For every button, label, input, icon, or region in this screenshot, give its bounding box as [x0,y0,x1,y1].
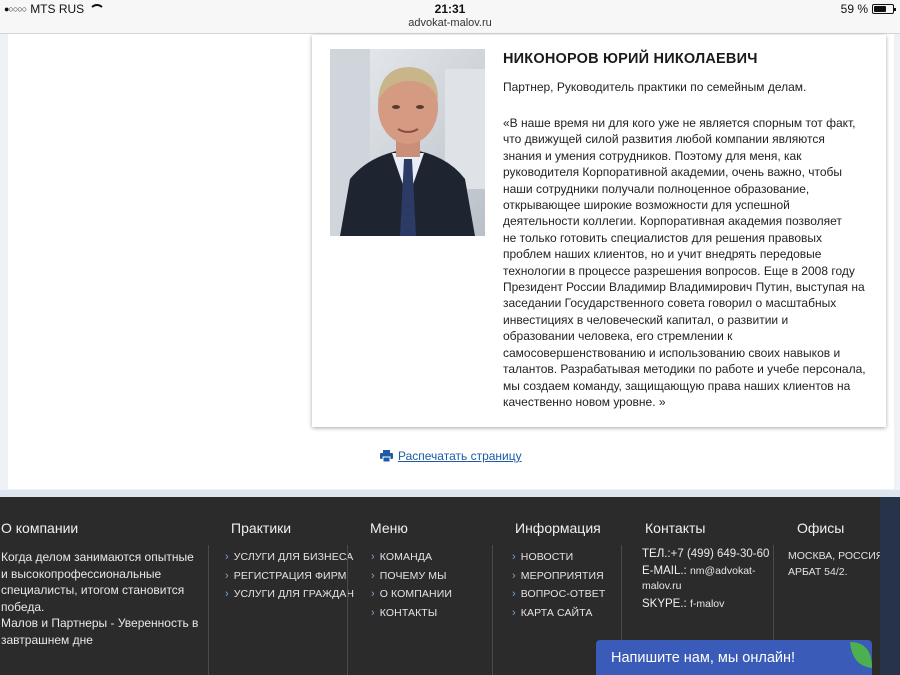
chevron-right-icon: › [512,588,516,601]
battery-icon [872,4,896,14]
footer-offices: МОСКВА, РОССИЯ АРБАТ 54/2. [788,549,883,580]
chevron-right-icon: › [225,569,229,582]
footer-link-label[interactable]: МЕРОПРИЯТИЯ [521,570,604,582]
footer-offices-title: Офисы [797,520,845,536]
footer-practices-list: › УСЛУГИ ДЛЯ БИЗНЕСА › РЕГИСТРАЦИЯ ФИРМ › У… [225,548,354,604]
skype-label: SKYPE.: [642,598,687,610]
about-slogan: Малов и Партнеры - Уверенность в завтраш… [1,616,199,647]
status-bar: ●○○○○ MTS RUS 21:31 advokat-malov.ru 59 … [0,0,900,34]
leaf-icon [850,642,872,668]
footer-divider [347,545,348,675]
footer-link-label[interactable]: ВОПРОС-ОТВЕТ [521,588,606,600]
footer-link-sitemap[interactable]: › КАРТА САЙТА [512,604,605,623]
footer-link-label[interactable]: УСЛУГИ ДЛЯ БИЗНЕСА [234,551,354,563]
footer-link-citizens[interactable]: › УСЛУГИ ДЛЯ ГРАЖДАН [225,585,354,604]
footer-divider [492,545,493,675]
footer-practices-title: Практики [231,520,292,536]
footer-link-label[interactable]: УСЛУГИ ДЛЯ ГРАЖДАН [234,588,354,600]
print-page-label[interactable]: Распечатать страницу [398,449,522,463]
quote-line: образовании человека, его стремлении к [503,329,733,344]
footer-link-label[interactable]: НОВОСТИ [521,551,573,563]
footer-link-events[interactable]: › МЕРОПРИЯТИЯ [512,567,605,586]
address-url[interactable]: advokat-malov.ru [0,17,900,29]
portrait-image [330,49,485,236]
quote-line: деятельности коллегии. Корпоративная ака… [503,214,842,229]
quote-line: качественно новом уровне. » [503,394,666,409]
chevron-right-icon: › [512,551,516,564]
quote-line: открывающее широкие возможности для успе… [503,198,790,213]
footer-link-label[interactable]: О КОМПАНИИ [380,588,452,600]
quote-line: талантов. Разрабатывая методики по работ… [503,362,866,377]
footer-link-news[interactable]: › НОВОСТИ [512,548,605,567]
quote-line: заседании Государственного совета говори… [503,296,837,311]
footer-link-business[interactable]: › УСЛУГИ ДЛЯ БИЗНЕСА [225,548,354,567]
chevron-right-icon: › [371,606,375,619]
footer-info-list: › НОВОСТИ › МЕРОПРИЯТИЯ › ВОПРОС-ОТВЕТ › КАР… [512,548,605,622]
office-address: АРБАТ 54/2. [788,565,848,578]
office-city: МОСКВА, РОССИЯ [788,550,884,562]
chevron-right-icon: › [371,569,375,582]
profile-photo [330,49,485,236]
footer-contacts: ТЕЛ.:+7 (499) 649-30-60 E-MAIL.: nm@advo… [642,547,769,612]
footer-divider [208,545,209,675]
footer-link-contacts[interactable]: › КОНТАКТЫ [371,604,452,623]
profile-name: НИКОНОРОВ ЮРИЙ НИКОЛАЕВИЧ [503,51,758,67]
footer-right-decoration [880,497,900,675]
footer-link-team[interactable]: › КОМАНДА [371,548,452,567]
phone-value[interactable]: +7 (499) 649-30-60 [671,548,770,560]
quote-line: Президент России Владимир Владимирович П… [503,280,865,295]
phone-label: ТЕЛ.: [642,548,671,560]
footer-link-about[interactable]: › О КОМПАНИИ [371,585,452,604]
quote-line: самосовершенствованию и использованию св… [503,345,841,360]
contact-email-row: E-MAIL.: nm@advokat- [642,564,769,579]
quote-line: что движущей силой развития любой компан… [503,132,825,147]
footer-about-text: Когда делом занимаются опытные и высокоп… [1,549,201,648]
quote-line: руководителя Корпоративной академии, оче… [503,165,843,180]
status-right: 59 % [840,2,896,16]
footer-contacts-title: Контакты [645,520,706,536]
footer-menu-title: Меню [370,520,408,536]
printer-icon [380,450,393,462]
about-description: Когда делом занимаются опытные и высокоп… [1,550,194,614]
email-label: E-MAIL.: [642,565,687,577]
contact-phone-row: ТЕЛ.:+7 (499) 649-30-60 [642,547,769,562]
email-value-1[interactable]: nm@advokat- [690,565,756,577]
footer-menu-list: › КОМАНДА › ПОЧЕМУ МЫ › О КОМПАНИИ › КОНТАКТ… [371,548,452,622]
chevron-right-icon: › [371,551,375,564]
chevron-right-icon: › [225,588,229,601]
quote-line: наши сотрудники получали полноценное обр… [503,181,810,196]
footer-about-title: О компании [1,520,79,536]
footer-info-title: Информация [515,520,601,536]
battery-percent: 59 % [840,2,868,16]
chevron-right-icon: › [512,569,516,582]
profile-quote: «В наше время ни для кого уже не являетс… [503,115,871,410]
quote-line: «В наше время ни для кого уже не являетс… [503,116,856,130]
quote-line: инвестициях в человеческий капитал, о ра… [503,312,789,327]
contact-skype-row: SKYPE.: f-malov [642,597,769,612]
footer-link-why-us[interactable]: › ПОЧЕМУ МЫ [371,567,452,586]
footer-link-label[interactable]: КОМАНДА [380,551,432,563]
skype-value[interactable]: f-malov [690,598,724,610]
footer-link-label[interactable]: ПОЧЕМУ МЫ [380,570,447,582]
chevron-right-icon: › [512,606,516,619]
quote-line: не только готовить специалистов для реше… [503,230,823,245]
footer-link-label[interactable]: КОНТАКТЫ [380,607,437,619]
footer-link-label[interactable]: КАРТА САЙТА [521,607,593,619]
quote-line: знания и умения сотрудников. Поэтому для… [503,148,802,163]
profile-role: Партнер, Руководитель практики по семейн… [503,80,807,94]
chat-label[interactable]: Напишите нам, мы онлайн! [611,650,795,666]
footer-link-label[interactable]: РЕГИСТРАЦИЯ ФИРМ [234,570,347,582]
clock: 21:31 [434,2,466,16]
footer-link-faq[interactable]: › ВОПРОС-ОТВЕТ [512,585,605,604]
quote-line: проблем наших клиентов, но и учит внедря… [503,247,822,262]
footer-link-registration[interactable]: › РЕГИСТРАЦИЯ ФИРМ [225,567,354,586]
quote-line: технологии в процессе разрешения вопросо… [503,263,855,278]
quote-line: мы создаем команду, защищающую права наш… [503,378,851,393]
chevron-right-icon: › [225,551,229,564]
chevron-right-icon: › [371,588,375,601]
footer-top-strip [0,490,900,497]
print-page-link[interactable]: Распечатать страницу [380,449,522,463]
email-value-2[interactable]: malov.ru [642,579,769,594]
online-chat-button[interactable]: Напишите нам, мы онлайн! [596,640,872,675]
